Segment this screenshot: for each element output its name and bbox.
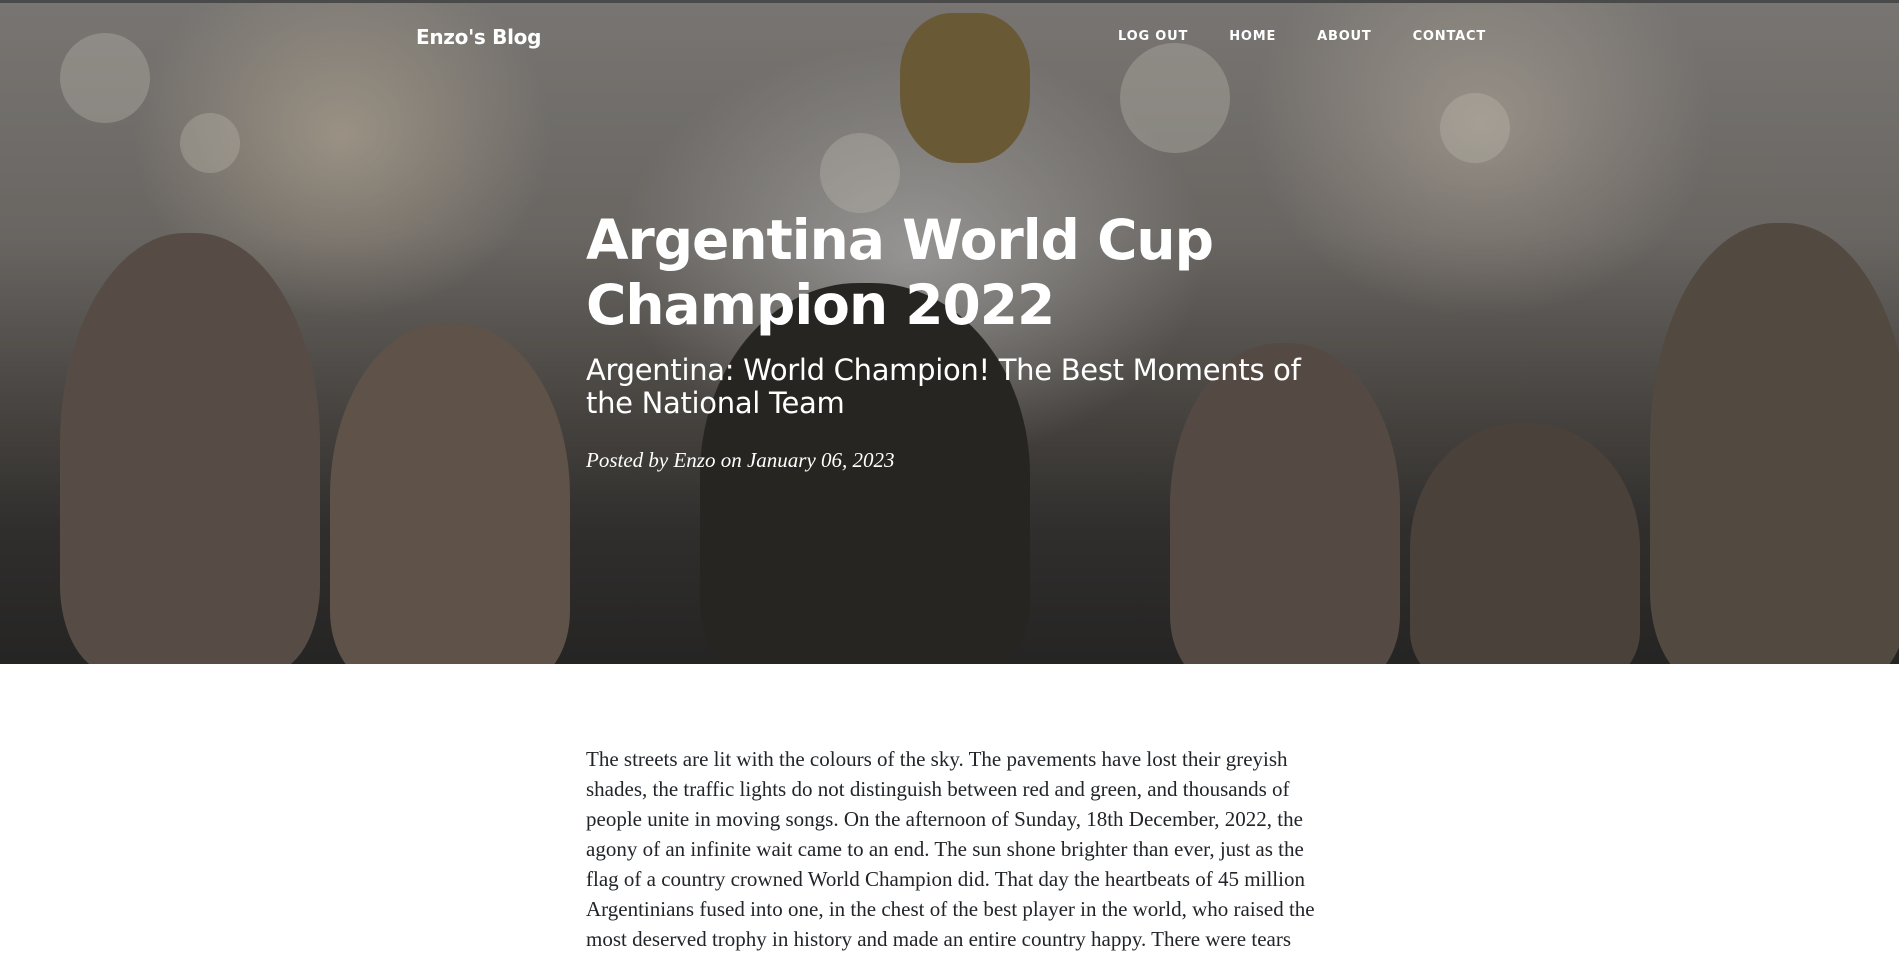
header-hero-image: Enzo's Blog LOG OUT HOME ABOUT CONTACT A… [0,0,1899,664]
nav-logout-link[interactable]: LOG OUT [1118,29,1188,44]
nav-links: LOG OUT HOME ABOUT CONTACT [1118,29,1486,44]
post-heading: Argentina World Cup Champion 2022 Argent… [586,208,1346,473]
post-title: Argentina World Cup Champion 2022 [586,208,1214,337]
main-navbar: Enzo's Blog LOG OUT HOME ABOUT CONTACT [0,3,1899,73]
post-meta: Posted by Enzo on January 06, 2023 [586,448,895,472]
post-content: The streets are lit with the colours of … [586,744,1326,954]
nav-contact-link[interactable]: CONTACT [1413,29,1486,44]
post-body-paragraph: The streets are lit with the colours of … [586,747,1315,951]
post-subtitle: Argentina: World Champion! The Best Mome… [586,353,1301,420]
nav-about-link[interactable]: ABOUT [1317,29,1371,44]
brand-link[interactable]: Enzo's Blog [416,25,541,49]
nav-home-link[interactable]: HOME [1229,29,1276,44]
